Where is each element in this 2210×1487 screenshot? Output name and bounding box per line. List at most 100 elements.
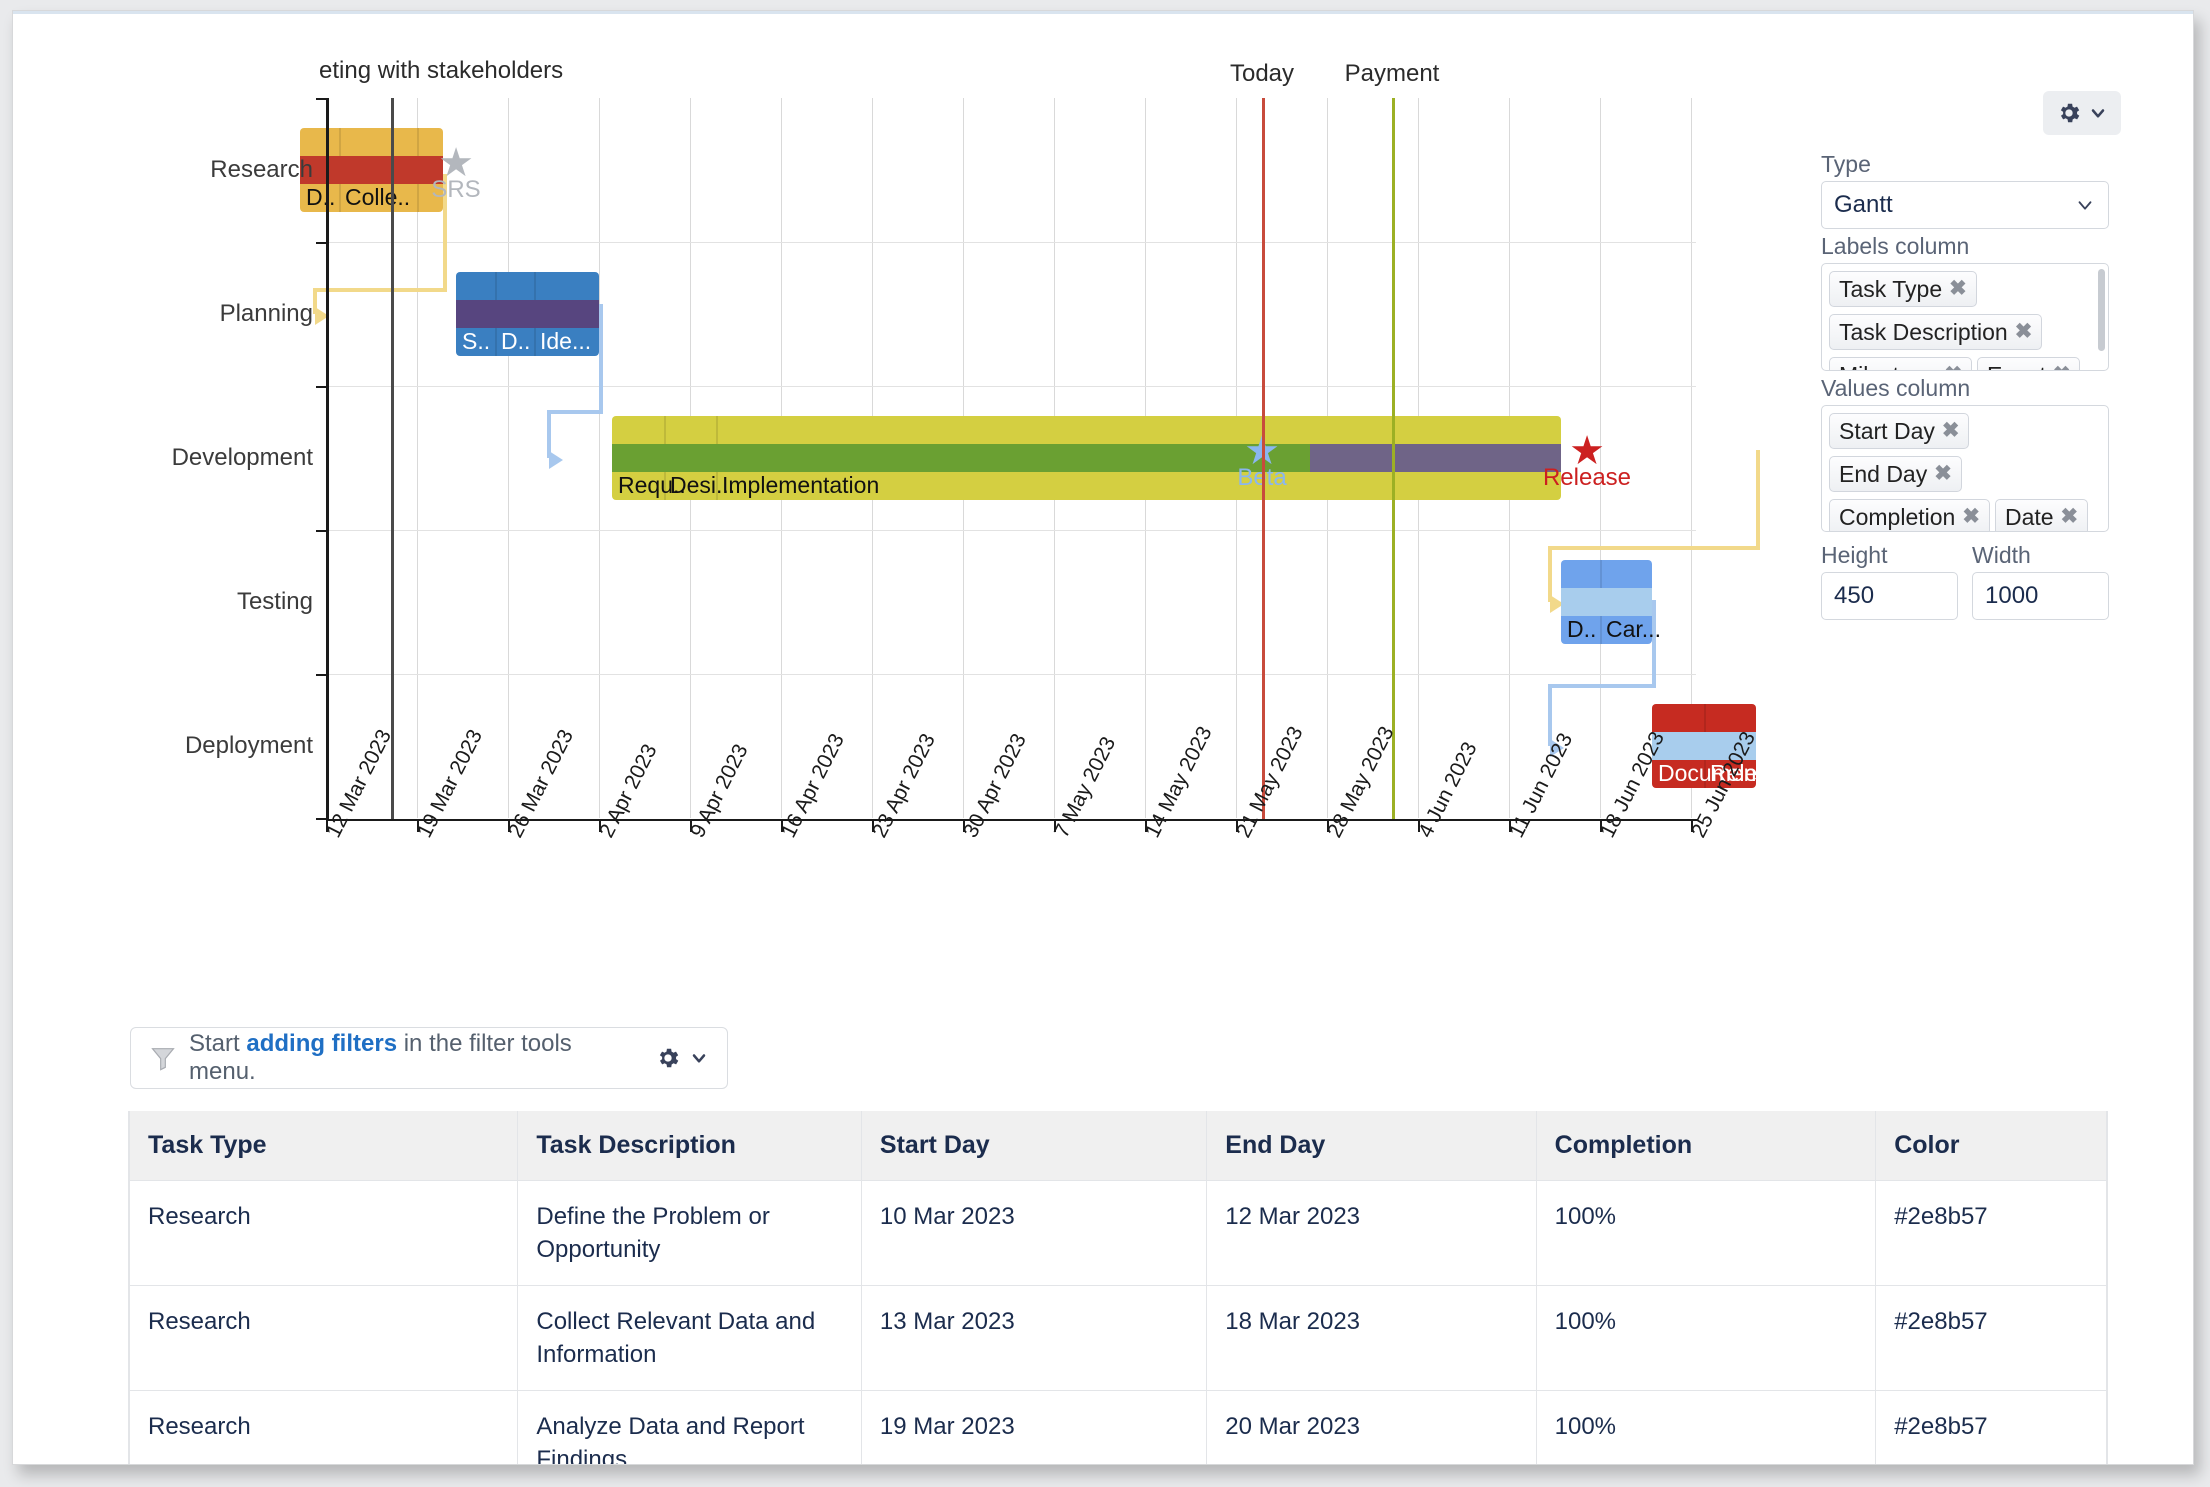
funnel-icon: [149, 1044, 177, 1072]
y-axis-label: Research: [210, 156, 313, 183]
y-axis-tick: [316, 242, 328, 244]
labels-column-label: Labels column: [1821, 233, 1970, 259]
filter-bar[interactable]: Start adding filters in the filter tools…: [130, 1027, 728, 1089]
gridline-horizontal: [326, 242, 1696, 243]
remove-token-icon[interactable]: ✖: [1949, 275, 1967, 303]
y-axis-tick: [316, 674, 328, 676]
star-icon: ★: [1569, 429, 1605, 473]
connector-segment: [1548, 546, 1552, 602]
values-column-token[interactable]: Completion ✖: [1829, 499, 1990, 531]
connector-segment: [599, 304, 603, 414]
chevron-down-icon: [689, 1048, 709, 1068]
gantt-bar-group[interactable]: Requ.. Desi... Implementation: [612, 416, 1561, 500]
y-axis-label: Testing: [236, 588, 313, 615]
connector-segment: [313, 288, 447, 292]
type-select[interactable]: Gantt: [1821, 181, 2109, 229]
table-cell: Research: [128, 1390, 519, 1464]
connector-segment: [1756, 450, 1760, 550]
table-cell: 100%: [1535, 1390, 1877, 1464]
labels-column-token-label: Task Description: [1839, 319, 2008, 345]
labels-column-token[interactable]: Milestone ✖: [1829, 357, 1973, 370]
milestone-marker[interactable]: ★ Release: [1543, 429, 1631, 492]
table-row: Research Define the Problem or Opportunit…: [128, 1180, 2107, 1286]
y-axis-label: Deployment: [184, 732, 313, 759]
remove-token-icon[interactable]: ✖: [1962, 503, 1980, 531]
table-cell: Collect Relevant Data and Information: [517, 1285, 862, 1391]
table-header-1[interactable]: Task Type: [128, 1111, 519, 1181]
chevron-down-icon: [2074, 194, 2096, 216]
table-header-3[interactable]: Start Day: [860, 1111, 1208, 1181]
gantt-bar-group[interactable]: D.. Colle..: [300, 128, 443, 212]
gridline-horizontal: [326, 674, 1696, 675]
height-input[interactable]: 450: [1821, 572, 1958, 620]
chart-settings-panel: Type Gantt Labels column Task Type ✖ Task …: [1821, 91, 2121, 620]
remove-token-icon[interactable]: ✖: [2061, 503, 2079, 531]
event-line-label: Payment: [1344, 60, 1440, 87]
gridline-horizontal: [326, 530, 1696, 531]
labels-column-scrollbar[interactable]: [2098, 269, 2105, 351]
width-input[interactable]: 1000: [1972, 572, 2109, 620]
chart-settings-button[interactable]: [2043, 91, 2121, 135]
y-axis-tick: [316, 530, 328, 532]
table-cell: #2e8b57: [1875, 1390, 2107, 1464]
filter-tools-button[interactable]: [655, 1045, 709, 1071]
labels-column-tokens[interactable]: Task Type✖Task Description✖Milestone✖Eve…: [1821, 263, 2109, 371]
height-label: Height: [1821, 542, 1888, 568]
table-cell: 19 Mar 2023: [860, 1390, 1208, 1464]
table-cell: 13 Mar 2023: [860, 1285, 1208, 1391]
connector-arrow: [549, 451, 563, 469]
milestone-marker[interactable]: ★ SRS: [431, 141, 480, 204]
gantt-remaining-bar: [1309, 443, 1561, 473]
remove-token-icon[interactable]: ✖: [1934, 460, 1952, 488]
type-label: Type: [1821, 151, 1871, 177]
remove-token-icon[interactable]: ✖: [2053, 361, 2071, 370]
connector-segment: [1548, 684, 1656, 688]
table-cell: Analyze Data and Report Findings: [517, 1390, 862, 1464]
adding-filters-link[interactable]: adding filters: [246, 1030, 397, 1057]
height-value: 450: [1834, 582, 1875, 609]
gridline-vertical: [508, 98, 509, 818]
table-cell: Research: [128, 1180, 519, 1286]
gantt-chart: eting with stakeholders Today Payment D..…: [13, 35, 1803, 985]
table-cell: 20 Mar 2023: [1206, 1390, 1537, 1464]
filter-hint-text: Start adding filters in the filter tools…: [189, 1030, 643, 1086]
table-header-6[interactable]: Color: [1875, 1111, 2107, 1181]
table-header-2[interactable]: Task Description: [517, 1111, 862, 1181]
table-cell: Define the Problem or Opportunity: [517, 1180, 862, 1286]
y-axis: [326, 98, 329, 820]
top-annotation-label: eting with stakeholders: [319, 57, 564, 84]
gantt-bar-group[interactable]: D.. Car...: [1561, 560, 1661, 644]
labels-column-token[interactable]: Task Description ✖: [1829, 314, 2043, 350]
app-page: eting with stakeholders Today Payment D..…: [12, 10, 2194, 1465]
gantt-bar-label: Implementation: [722, 472, 880, 498]
values-column-tokens[interactable]: Start Day ✖ End Day ✖ Completion ✖ Date ✖: [1821, 405, 2109, 532]
values-column-token-label: Start Day: [1839, 418, 1935, 444]
remove-token-icon[interactable]: ✖: [1942, 417, 1960, 445]
table-row: Research Analyze Data and Report Findings…: [128, 1390, 2107, 1464]
values-column-token[interactable]: Date ✖: [1994, 499, 2089, 531]
connector-segment: [547, 410, 603, 414]
event-line-label: Today: [1229, 60, 1295, 87]
labels-column-token[interactable]: Task Type ✖: [1829, 271, 1977, 307]
gantt-progress-bar: [1561, 587, 1652, 617]
star-icon: ★: [438, 141, 474, 185]
filter-hint-prefix: Start: [189, 1030, 247, 1057]
labels-column-token-label: Milestone: [1839, 361, 1937, 370]
labels-column-token[interactable]: Event ✖: [1977, 357, 2081, 370]
values-column-token-label: Completion: [1839, 504, 1956, 530]
values-column-token[interactable]: End Day ✖: [1829, 456, 1962, 492]
data-table: Task Type Task Description Start Day End Da…: [128, 1111, 2108, 1464]
remove-token-icon[interactable]: ✖: [1944, 361, 1962, 370]
y-axis-tick: [316, 818, 328, 820]
gantt-progress-bar: [456, 299, 599, 329]
table-cell: #2e8b57: [1875, 1180, 2107, 1286]
table-cell: 12 Mar 2023: [1206, 1180, 1537, 1286]
values-column-token[interactable]: Start Day ✖: [1829, 413, 1970, 449]
y-axis-label: Development: [171, 444, 313, 471]
table-cell: #2e8b57: [1875, 1285, 2107, 1391]
table-cell: 10 Mar 2023: [860, 1180, 1208, 1286]
table-header-5[interactable]: Completion: [1535, 1111, 1877, 1181]
table-header-4[interactable]: End Day: [1206, 1111, 1537, 1181]
remove-token-icon[interactable]: ✖: [2015, 318, 2033, 346]
gantt-bar-group[interactable]: S.. D.. Ide...: [456, 272, 599, 356]
